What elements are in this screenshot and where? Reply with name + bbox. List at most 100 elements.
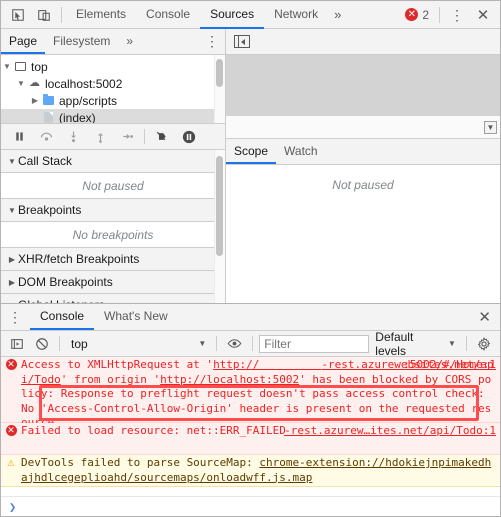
console-drawer: ⋮ Console What's New ✕ top ▼ Filter Defa… (1, 303, 500, 516)
tab-network[interactable]: Network (264, 1, 328, 29)
device-toolbar-icon[interactable] (31, 3, 57, 27)
twisty-icon[interactable]: ▶ (6, 278, 18, 287)
drawer-close-icon[interactable]: ✕ (469, 304, 500, 330)
console-message-cors-error[interactable]: ✕ Access to XMLHttpRequest at 'http://-r… (1, 357, 500, 429)
error-icon: ✕ (5, 359, 17, 370)
navigator-menu-icon[interactable]: ⋮ (199, 29, 225, 53)
section-title: Call Stack (18, 154, 73, 168)
section-header-call-stack[interactable]: ▼ Call Stack (1, 150, 225, 173)
console-sidebar-icon[interactable] (5, 333, 28, 355)
tree-item-label: (index) (59, 110, 96, 124)
step-over-button[interactable] (33, 125, 60, 149)
debugger-sections: ▼ Call Stack Not paused ▼ Breakpoints No… (1, 150, 225, 303)
devtools-main-toolbar: Elements Console Sources Network » ✕ 2 ⋮… (1, 1, 500, 29)
show-navigator-icon[interactable] (234, 35, 250, 48)
console-message-source-link[interactable]: -rest.azurew…ites.net/api/Todo:1 (284, 424, 496, 439)
toolbar-divider (61, 6, 62, 23)
live-expression-icon[interactable] (223, 333, 246, 355)
step-into-button[interactable] (60, 125, 87, 149)
document-icon (41, 112, 56, 123)
tree-item-index[interactable]: (index) (1, 109, 225, 123)
console-input-prompt[interactable]: ❯ (1, 496, 500, 516)
drawer-tab-bar: ⋮ Console What's New ✕ (1, 304, 500, 331)
error-icon: ✕ (405, 8, 419, 21)
drawer-menu-icon[interactable]: ⋮ (3, 304, 30, 330)
section-header-xhr-breakpoints[interactable]: ▶ XHR/fetch Breakpoints (1, 248, 225, 271)
tree-item-app-scripts[interactable]: ▶ app/scripts (1, 92, 225, 109)
section-header-dom-breakpoints[interactable]: ▶ DOM Breakpoints (1, 271, 225, 294)
twisty-icon[interactable]: ▼ (6, 157, 18, 166)
scope-watch-tabs: Scope Watch (226, 139, 500, 165)
warning-prefix: DevTools failed to parse SourceMap: (21, 456, 260, 469)
toolbar-divider-2 (439, 6, 440, 23)
tab-page[interactable]: Page (1, 29, 46, 54)
console-message-source-link[interactable]: :5002/#/Home:1 (403, 358, 496, 373)
error-count-badge[interactable]: ✕ 2 (405, 8, 435, 22)
drawer-tab-whats-new[interactable]: What's New (94, 304, 178, 330)
twisty-icon[interactable]: ▼ (1, 62, 13, 71)
filter-input[interactable] (259, 334, 370, 353)
console-message-text: DevTools failed to parse SourceMap: chro… (21, 456, 500, 485)
tab-watch[interactable]: Watch (276, 139, 326, 164)
chevron-down-icon: ▼ (198, 339, 207, 348)
console-message-list: ✕ Access to XMLHttpRequest at 'http://-r… (1, 357, 500, 496)
navigator-more-icon[interactable]: » (118, 29, 141, 54)
pause-on-exceptions-button[interactable] (175, 125, 202, 149)
twisty-icon[interactable]: ▶ (29, 96, 41, 105)
debugger-toolbar (1, 123, 225, 150)
close-icon[interactable]: ✕ (470, 3, 496, 27)
editor-toolbar (226, 29, 500, 54)
tab-console[interactable]: Console (136, 1, 200, 29)
tree-item-localhost[interactable]: ▼ ☁ localhost:5002 (1, 75, 225, 92)
console-message-sourcemap-warning[interactable]: ⚠ DevTools failed to parse SourceMap: ch… (1, 455, 500, 487)
execution-context-select[interactable]: top ▼ (66, 337, 210, 351)
tree-item-label: app/scripts (59, 93, 118, 108)
twisty-icon[interactable]: ▶ (6, 301, 18, 304)
twisty-icon[interactable]: ▼ (15, 79, 27, 88)
twisty-icon[interactable]: ▶ (6, 255, 18, 264)
log-levels-label: Default levels (375, 329, 414, 358)
tree-item-label: top (31, 59, 48, 74)
inspect-cursor-icon[interactable] (5, 3, 31, 27)
drawer-tab-console[interactable]: Console (30, 304, 95, 330)
file-tree: ▼ top ▼ ☁ localhost:5002 ▶ app/scripts (… (1, 55, 225, 123)
chevron-down-icon[interactable]: ▼ (484, 121, 497, 134)
tab-sources[interactable]: Sources (200, 1, 265, 29)
log-levels-select[interactable]: Default levels ▼ (371, 330, 460, 358)
deactivate-breakpoints-button[interactable] (148, 125, 175, 149)
resume-script-button[interactable] (6, 125, 33, 149)
section-title: Global Listeners (18, 298, 105, 303)
editor-strip (226, 116, 500, 138)
frame-icon (13, 62, 28, 71)
tree-item-top[interactable]: ▼ top (1, 58, 225, 75)
tab-scope[interactable]: Scope (226, 139, 277, 164)
debugger-divider (144, 129, 145, 144)
folder-icon (41, 94, 56, 105)
console-message-load-failed[interactable]: ✕ Failed to load resource: net::ERR_FAIL… (1, 423, 500, 455)
section-header-global-listeners[interactable]: ▶ Global Listeners (1, 294, 225, 303)
scope-empty-state: Not paused (226, 165, 500, 303)
drawer-spacer (178, 304, 470, 330)
warning-icon: ⚠ (7, 455, 15, 469)
navigator-pane: ▼ top ▼ ☁ localhost:5002 ▶ app/scripts (… (1, 55, 226, 303)
twisty-icon[interactable]: ▼ (6, 206, 18, 215)
prompt-caret-icon: ❯ (9, 499, 17, 514)
error-count-label: 2 (422, 7, 429, 22)
debugger-scrollbar[interactable] (216, 156, 223, 256)
more-tabs-icon[interactable]: » (328, 1, 347, 29)
execution-context-value: top (71, 336, 88, 351)
editor-placeholder: ▼ (226, 55, 500, 139)
tab-filesystem[interactable]: Filesystem (45, 29, 118, 54)
section-header-breakpoints[interactable]: ▼ Breakpoints (1, 199, 225, 222)
section-title: DOM Breakpoints (18, 275, 113, 289)
step-out-button[interactable] (87, 125, 114, 149)
section-title: XHR/fetch Breakpoints (18, 252, 140, 266)
file-tree-scrollbar[interactable] (216, 59, 223, 87)
console-divider-3 (252, 336, 254, 351)
tab-elements[interactable]: Elements (66, 1, 136, 29)
gear-icon[interactable] (473, 333, 496, 355)
more-vertical-icon[interactable]: ⋮ (444, 3, 470, 27)
clear-console-icon[interactable] (30, 333, 53, 355)
step-button[interactable] (114, 125, 141, 149)
main-tabs: Elements Console Sources Network » (66, 1, 347, 29)
